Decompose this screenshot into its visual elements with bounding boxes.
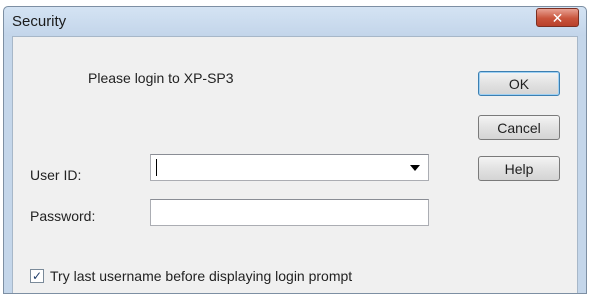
security-dialog: Security ✕ Please login to XP-SP3 OK Can…	[3, 6, 587, 294]
title-bar[interactable]: Security ✕	[4, 7, 586, 36]
help-button[interactable]: Help	[478, 156, 560, 181]
try-last-username-label[interactable]: Try last username before displaying logi…	[50, 268, 352, 284]
text-caret	[156, 159, 157, 176]
login-prompt-text: Please login to XP-SP3	[88, 70, 234, 86]
chevron-down-icon[interactable]	[410, 165, 420, 171]
ok-button[interactable]: OK	[478, 71, 560, 96]
cancel-button[interactable]: Cancel	[478, 115, 560, 140]
cancel-button-label: Cancel	[497, 119, 541, 136]
close-button[interactable]: ✕	[536, 8, 579, 27]
dialog-body: Please login to XP-SP3 OK Cancel Help Us…	[12, 36, 578, 293]
checkmark-icon: ✓	[31, 269, 43, 283]
password-field[interactable]	[150, 199, 429, 226]
user-id-label: User ID:	[30, 167, 82, 183]
window-title: Security	[12, 13, 67, 30]
password-label: Password:	[30, 208, 96, 224]
ok-button-label: OK	[508, 75, 530, 92]
help-button-label: Help	[504, 160, 534, 177]
user-id-combobox[interactable]	[150, 154, 429, 181]
try-last-username-checkbox[interactable]: ✓	[30, 269, 44, 283]
close-icon: ✕	[551, 9, 564, 26]
